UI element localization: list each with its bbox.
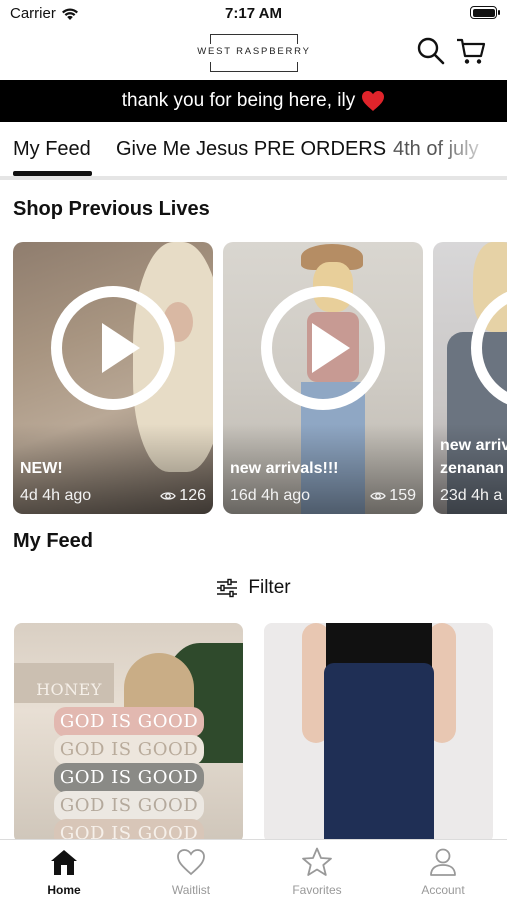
tab-waitlist[interactable]: Waitlist: [146, 846, 236, 897]
live-card[interactable]: NEW! 4d 4h ago 126: [13, 242, 213, 514]
product-text: GOD IS GOOD: [54, 707, 204, 737]
heart-outline-icon: [177, 849, 205, 876]
live-title-line-2: zenanan: [440, 460, 505, 477]
eye-icon: [370, 492, 387, 500]
play-icon[interactable]: [261, 286, 385, 410]
tab-waitlist-label: Waitlist: [171, 883, 211, 897]
red-heart-icon: [362, 91, 385, 111]
section-title-previous-lives: Shop Previous Lives: [13, 198, 210, 220]
product-text: GOD IS GOOD: [54, 763, 204, 793]
search-icon[interactable]: [416, 36, 446, 66]
views-count: 159: [389, 487, 416, 504]
home-icon: [51, 850, 77, 875]
product-text: GOD IS GOOD: [54, 735, 204, 765]
live-title: NEW!: [20, 460, 63, 477]
app-header: WEST RASPBERRY: [0, 28, 507, 80]
live-title: new arriv: [440, 437, 507, 454]
tab-account-label: Account: [421, 883, 465, 897]
live-card[interactable]: new arrivals!!! 16d 4h ago 159: [223, 242, 423, 514]
category-tabs: My Feed Give Me Jesus PRE ORDERS 4th of …: [0, 124, 507, 180]
person-icon: [430, 848, 456, 876]
brand-logo[interactable]: WEST RASPBERRY: [196, 34, 312, 72]
filter-button[interactable]: Filter: [0, 577, 507, 599]
live-views: 159: [370, 487, 416, 505]
tab-favorites[interactable]: Favorites: [272, 846, 362, 897]
bottom-tab-bar: Home Waitlist Favorites Account: [0, 839, 507, 900]
tab-account[interactable]: Account: [398, 846, 488, 897]
views-count: 126: [179, 487, 206, 504]
sliders-icon: [217, 578, 238, 598]
play-icon[interactable]: [51, 286, 175, 410]
tab-home-label: Home: [47, 883, 81, 897]
active-tab-indicator: [13, 171, 92, 176]
filter-label: Filter: [248, 577, 291, 598]
battery-icon: [470, 6, 500, 19]
tab-favorites-label: Favorites: [292, 883, 342, 897]
product-tile[interactable]: HONEY GOD IS GOOD GOD IS GOOD GOD IS GOO…: [14, 623, 243, 843]
tab-fade: [437, 124, 507, 176]
tab-my-feed[interactable]: My Feed: [13, 138, 91, 161]
tab-home[interactable]: Home: [19, 846, 109, 897]
cart-icon[interactable]: [456, 36, 486, 66]
live-time: 23d 4h a: [440, 487, 503, 504]
product-text: GOD IS GOOD: [54, 791, 204, 821]
banner-text: thank you for being here, ily: [121, 90, 356, 111]
eye-icon: [160, 492, 177, 500]
star-icon: [302, 847, 332, 876]
product-tile[interactable]: [264, 623, 493, 843]
status-time: 7:17 AM: [225, 5, 282, 22]
live-time: 16d 4h ago: [230, 487, 311, 504]
section-title-my-feed: My Feed: [13, 530, 94, 552]
logo-text: WEST RASPBERRY: [196, 46, 312, 57]
live-title: new arrivals!!!: [230, 460, 339, 477]
product-text: HONEY: [36, 680, 102, 699]
tab-give-me-jesus[interactable]: Give Me Jesus PRE ORDERS: [116, 138, 386, 161]
live-views: 126: [160, 487, 206, 505]
announcement-banner: thank you for being here, ily: [0, 80, 507, 122]
live-card[interactable]: new arriv zenanan 23d 4h a: [433, 242, 507, 514]
status-bar: Carrier 7:17 AM: [0, 0, 507, 28]
live-time: 4d 4h ago: [20, 487, 92, 504]
